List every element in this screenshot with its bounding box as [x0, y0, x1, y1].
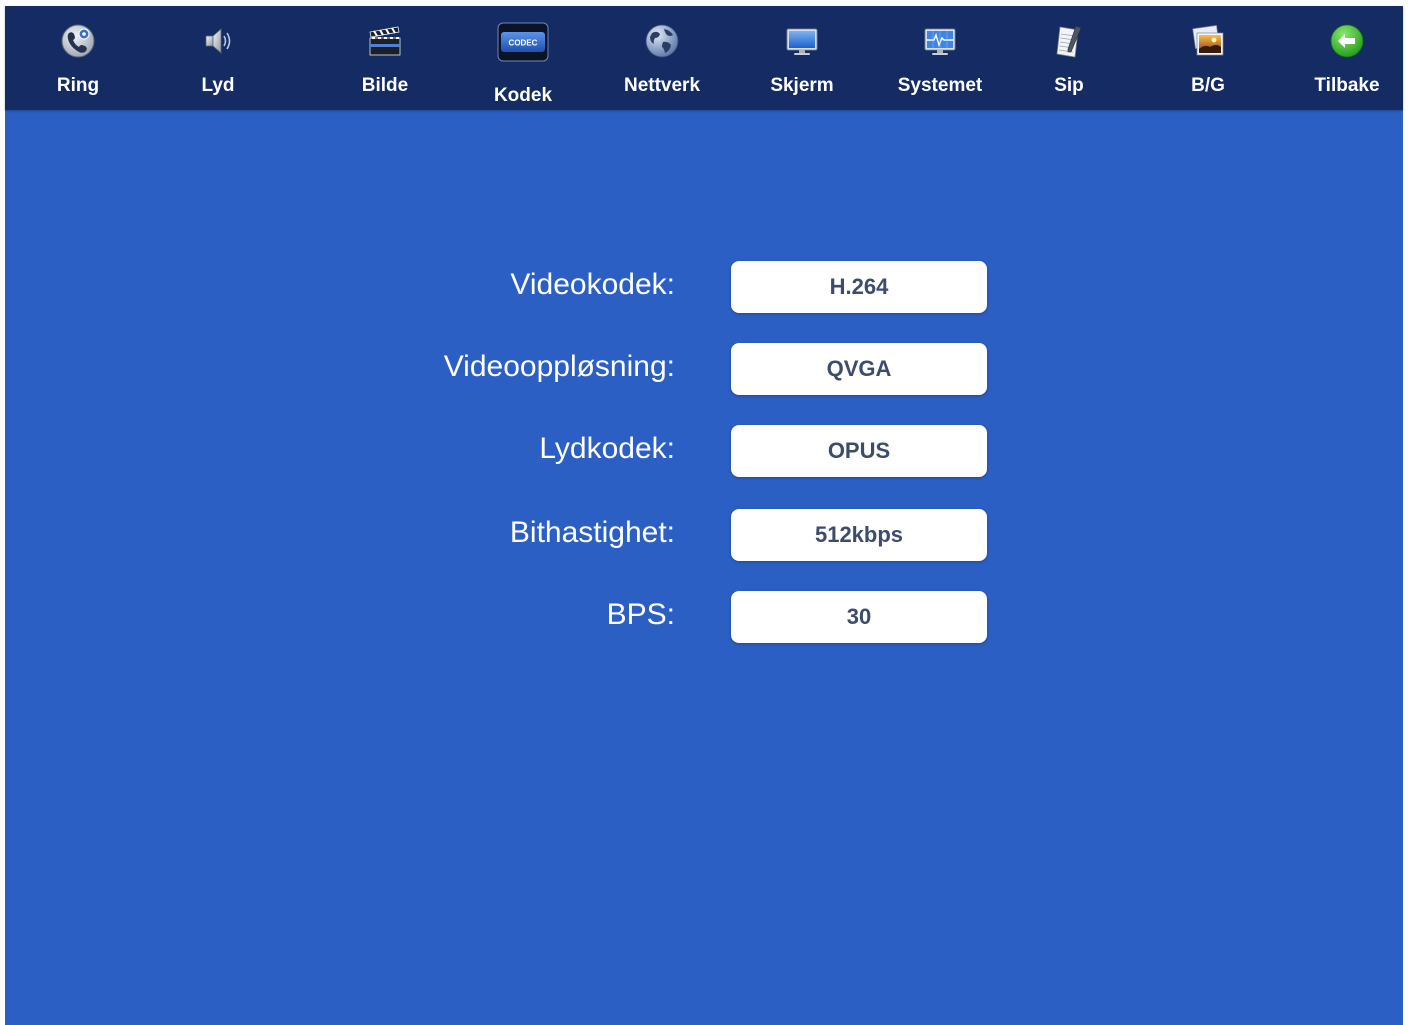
toolbar-item-bilde[interactable]: Bilde	[325, 6, 445, 110]
toolbar-label-ring: Ring	[56, 75, 100, 96]
toolbar-item-sip[interactable]: Sip	[1009, 6, 1129, 110]
speaker-icon	[205, 28, 231, 54]
top-toolbar: Ring Lyd Bilde CODEC Kodek Nettverk Skje…	[5, 6, 1403, 110]
phone-settings-icon	[61, 24, 95, 58]
toolbar-item-skjerm[interactable]: Skjerm	[742, 6, 862, 110]
lydkodek-field[interactable]: OPUS	[731, 425, 987, 477]
clapperboard-icon	[369, 26, 401, 56]
toolbar-item-systemet[interactable]: Systemet	[880, 6, 1000, 110]
toolbar-label-nettverk: Nettverk	[623, 75, 701, 96]
setting-row-videooppløsning: Videooppløsning: QVGA	[5, 343, 1403, 395]
toolbar-label-skjerm: Skjerm	[770, 75, 834, 96]
system-monitor-icon	[924, 28, 956, 55]
toolbar-item-kodek[interactable]: CODEC Kodek	[463, 6, 583, 110]
setting-row-lydkodek: Lydkodek: OPUS	[5, 425, 1403, 477]
toolbar-label-systemet: Systemet	[897, 75, 983, 96]
toolbar-label-kodek: Kodek	[493, 85, 553, 106]
toolbar-label-bilde: Bilde	[361, 75, 409, 96]
videooppløsning-label: Videooppløsning:	[443, 350, 675, 383]
codec-settings-screen: Ring Lyd Bilde CODEC Kodek Nettverk Skje…	[5, 6, 1403, 1025]
photos-icon	[1192, 25, 1224, 56]
toolbar-label-bg: B/G	[1191, 75, 1225, 96]
back-arrow-icon	[1330, 24, 1364, 58]
toolbar-item-ring[interactable]: Ring	[18, 6, 138, 110]
setting-row-bps: BPS: 30	[5, 591, 1403, 643]
toolbar-item-nettverk[interactable]: Nettverk	[602, 6, 722, 110]
toolbar-item-tilbake[interactable]: Tilbake	[1287, 6, 1407, 110]
videokodek-label: Videokodek:	[510, 268, 675, 301]
videokodek-field[interactable]: H.264	[731, 261, 987, 313]
setting-row-bithastighet: Bithastighet: 512kbps	[5, 509, 1403, 561]
lydkodek-label: Lydkodek:	[539, 432, 675, 465]
toolbar-label-lyd: Lyd	[201, 75, 235, 96]
videooppløsning-field[interactable]: QVGA	[731, 343, 987, 395]
monitor-icon	[786, 28, 818, 55]
bps-field[interactable]: 30	[731, 591, 987, 643]
toolbar-label-tilbake: Tilbake	[1314, 75, 1380, 96]
setting-row-videokodek: Videokodek: H.264	[5, 261, 1403, 313]
toolbar-item-bg[interactable]: B/G	[1148, 6, 1268, 110]
toolbar-item-lyd[interactable]: Lyd	[158, 6, 278, 110]
bps-label: BPS:	[606, 598, 675, 631]
toolbar-label-sip: Sip	[1054, 75, 1084, 96]
bithastighet-label: Bithastighet:	[509, 516, 675, 549]
globe-icon	[645, 24, 679, 58]
codec-icon: CODEC	[497, 22, 549, 62]
notepad-icon	[1056, 25, 1082, 58]
codec-icon-text: CODEC	[509, 39, 538, 48]
bithastighet-field[interactable]: 512kbps	[731, 509, 987, 561]
